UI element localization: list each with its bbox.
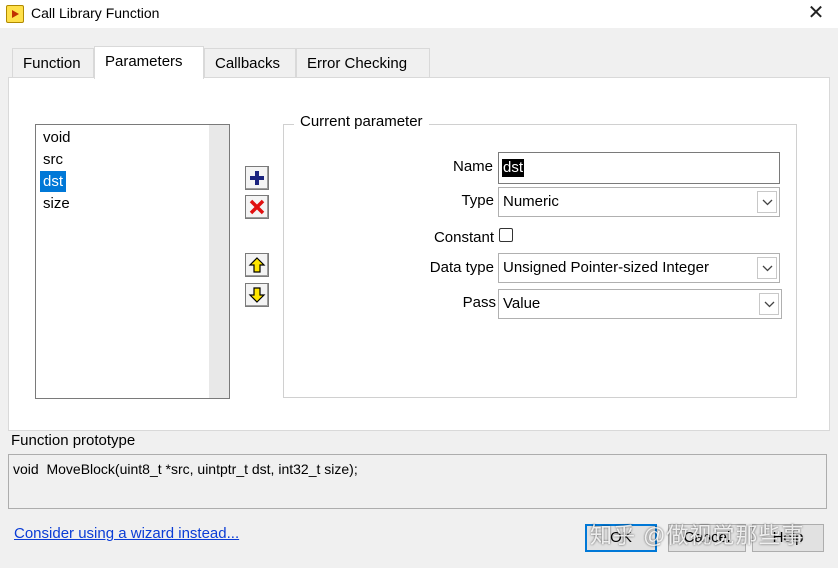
watermark: 知乎 @做视觉那些事 [590, 523, 805, 548]
data-type-select[interactable]: Unsigned Pointer-sized Integer [498, 253, 780, 283]
type-label: Type [461, 192, 494, 209]
plus-icon [250, 171, 264, 185]
title-bar: Call Library Function ✕ [0, 0, 838, 28]
function-prototype-text: void MoveBlock(uint8_t *src, uintptr_t d… [13, 461, 358, 477]
chevron-down-icon[interactable] [759, 293, 779, 315]
constant-label: Constant [433, 229, 494, 246]
window-title: Call Library Function [31, 5, 160, 21]
data-type-value: Unsigned Pointer-sized Integer [503, 259, 709, 276]
tab-callbacks[interactable]: Callbacks [204, 48, 296, 78]
list-scrollbar[interactable] [209, 125, 229, 398]
move-down-button[interactable] [245, 283, 269, 307]
name-label: Name [452, 158, 493, 175]
function-prototype-label: Function prototype [11, 432, 136, 449]
pass-select[interactable]: Value [498, 289, 782, 319]
delete-parameter-button[interactable] [245, 195, 269, 219]
chevron-down-icon[interactable] [757, 191, 777, 213]
move-up-button[interactable] [245, 253, 269, 277]
parameter-list[interactable]: void src dst size [35, 124, 230, 399]
chevron-down-icon[interactable] [757, 257, 777, 279]
parameters-panel: void src dst size Current parameter Name… [8, 77, 830, 431]
type-select[interactable]: Numeric [498, 187, 780, 217]
constant-checkbox[interactable] [499, 228, 513, 242]
type-value: Numeric [503, 193, 559, 210]
arrow-up-icon [248, 257, 266, 273]
tab-function[interactable]: Function [12, 48, 94, 78]
pass-value: Value [503, 295, 541, 312]
tab-error-checking[interactable]: Error Checking [296, 48, 430, 78]
delete-x-icon [249, 199, 265, 215]
wizard-link[interactable]: Consider using a wizard instead... [14, 525, 239, 542]
group-title: Current parameter [294, 113, 429, 130]
add-parameter-button[interactable] [245, 166, 269, 190]
close-icon[interactable]: ✕ [806, 2, 826, 24]
list-item[interactable]: src [40, 149, 66, 170]
labview-node-icon [6, 5, 24, 23]
name-field[interactable]: dst [498, 152, 780, 184]
data-type-label: Data type [429, 259, 494, 276]
list-item-selected[interactable]: dst [40, 171, 67, 192]
pass-label: Pass [462, 294, 496, 311]
function-prototype-box: void MoveBlock(uint8_t *src, uintptr_t d… [8, 454, 827, 509]
name-value: dst [502, 159, 525, 177]
arrow-down-icon [248, 287, 266, 303]
tab-parameters[interactable]: Parameters [94, 46, 204, 79]
current-parameter-group: Current parameter Name dst Type Numeric … [283, 113, 797, 398]
list-item[interactable]: void [40, 127, 74, 148]
list-item[interactable]: size [40, 193, 73, 214]
